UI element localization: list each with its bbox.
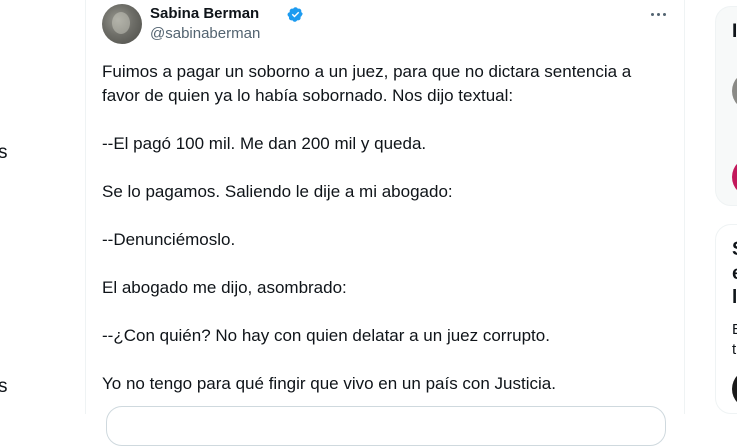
tweet-paragraph: --El pagó 100 mil. Me dan 200 mil y qued… (102, 134, 427, 153)
tweet-paragraph: Fuimos a pagar un soborno a un juez, par… (102, 62, 636, 105)
author-name[interactable]: Sabina Berman (150, 5, 259, 22)
author-handle[interactable]: @sabinaberman (150, 25, 260, 42)
sidebar-text-fragment: l (732, 287, 737, 308)
tweet-paragraph: --Denunciémoslo. (102, 230, 236, 249)
left-navigation: s s (0, 0, 86, 414)
sidebar-text-fragment: t (732, 341, 737, 358)
right-sidebar: I S e l E t (715, 0, 737, 414)
sidebar-avatar[interactable] (732, 157, 737, 197)
sidebar-card: S e l E t (715, 224, 737, 414)
sidebar-text-fragment: e (732, 263, 737, 285)
sidebar-text-fragment: E (732, 321, 737, 338)
tweet-paragraph: --¿Con quién? No hay con quien delatar a… (102, 326, 550, 345)
author-avatar[interactable] (102, 4, 142, 44)
verified-badge-icon[interactable] (287, 6, 304, 23)
tweet-paragraph: El abogado me dijo, asombrado: (102, 278, 347, 297)
tweet: Sabina Berman @sabinaberman Fuimos a pag… (86, 0, 684, 446)
tweet-text: Fuimos a pagar un soborno a un juez, par… (102, 60, 662, 420)
nav-item-label-fragment[interactable]: s (0, 376, 8, 398)
tweet-paragraph: Yo no tengo para qué fingir que vivo en … (102, 374, 556, 393)
sidebar-avatar[interactable] (732, 369, 737, 409)
more-options-icon[interactable] (648, 4, 668, 24)
sidebar-card: I (715, 6, 737, 206)
tweet-paragraph: Se lo pagamos. Saliendo le dije a mi abo… (102, 182, 453, 201)
embedded-card-preview[interactable] (106, 406, 666, 446)
nav-item-label-fragment[interactable]: s (0, 142, 8, 164)
sidebar-card-title: I (732, 21, 737, 42)
sidebar-avatar[interactable] (732, 71, 737, 111)
sidebar-text-fragment: S (732, 239, 737, 261)
